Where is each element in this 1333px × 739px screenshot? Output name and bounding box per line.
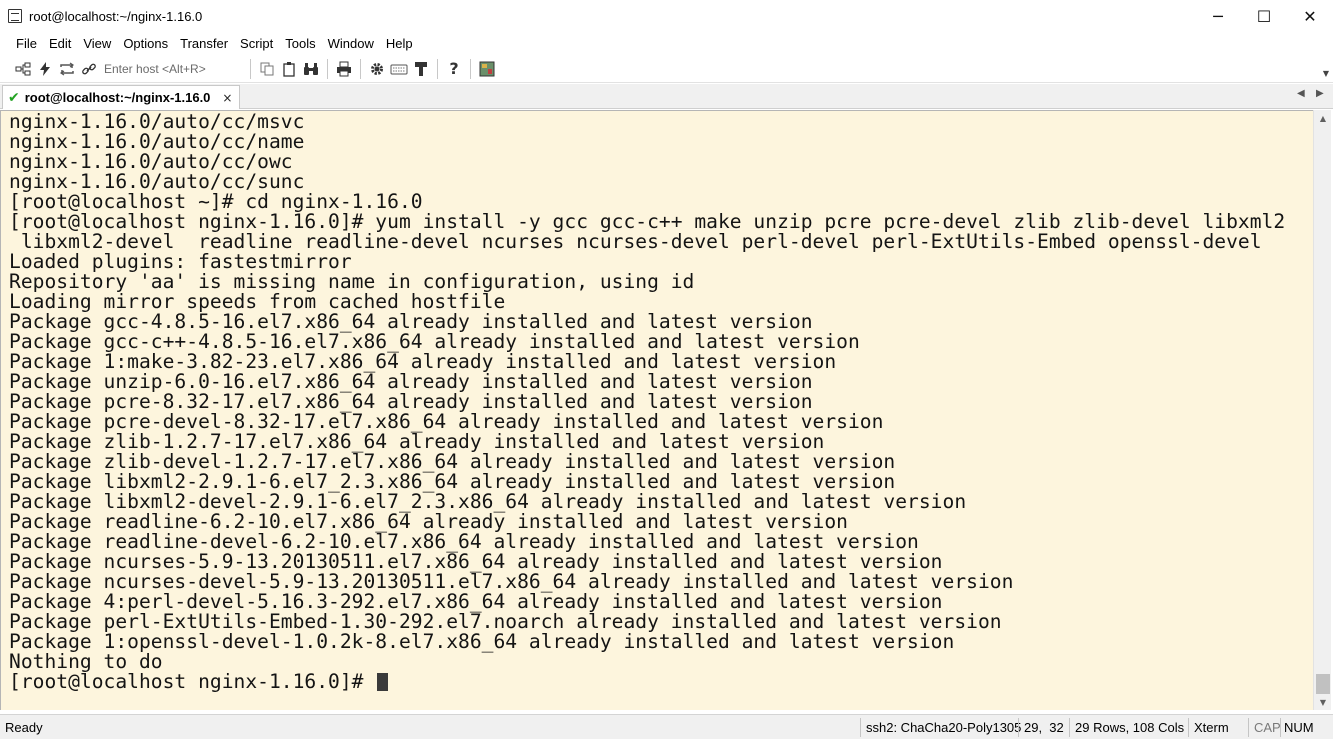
- terminal-line: Package readline-6.2-10.el7.x86_64 alrea…: [9, 510, 848, 533]
- quick-connect-input[interactable]: [100, 58, 245, 79]
- terminal-line: Package libxml2-devel-2.9.1-6.el7_2.3.x8…: [9, 490, 967, 513]
- terminal-line: libxml2-devel readline readline-devel nc…: [9, 230, 1262, 253]
- terminal-line: Package gcc-c++-4.8.5-16.el7.x86_64 alre…: [9, 330, 860, 353]
- toolbar-separator: [470, 58, 471, 79]
- menu-script[interactable]: Script: [234, 36, 279, 51]
- menu-transfer[interactable]: Transfer: [174, 36, 234, 51]
- terminal-line: Package zlib-devel-1.2.7-17.el7.x86_64 a…: [9, 450, 896, 473]
- close-tab-icon[interactable]: ×: [222, 91, 232, 105]
- session-tab[interactable]: ✔ root@localhost:~/nginx-1.16.0 ×: [2, 85, 240, 109]
- terminal-line: Package ncurses-devel-5.9-13.20130511.el…: [9, 570, 1014, 593]
- menu-help[interactable]: Help: [380, 36, 419, 51]
- lightning-icon[interactable]: [34, 58, 56, 80]
- terminal-line: nginx-1.16.0/auto/cc/msvc: [9, 110, 305, 133]
- terminal-line: Package 4:perl-devel-5.16.3-292.el7.x86_…: [9, 590, 943, 613]
- status-ready: Ready: [5, 720, 43, 735]
- menu-view[interactable]: View: [77, 36, 117, 51]
- title-bar: root@localhost:~/nginx-1.16.0 ─ ☐ ✕: [0, 0, 1333, 32]
- app-terminal-icon: [8, 9, 22, 23]
- terminal-scrollbar[interactable]: ▲ ▼: [1313, 110, 1331, 710]
- scrollbar-thumb[interactable]: [1316, 674, 1330, 694]
- status-bar: Ready ssh2: ChaCha20-Poly1305 29, 32 29 …: [0, 714, 1333, 739]
- reconnect-icon[interactable]: [56, 58, 78, 80]
- scroll-down-icon[interactable]: ▼: [1314, 694, 1332, 710]
- minimize-button[interactable]: ─: [1195, 0, 1241, 32]
- toolbar-overflow-icon[interactable]: ▼: [1323, 69, 1329, 78]
- terminal-prompt: [root@localhost nginx-1.16.0]#: [9, 670, 376, 693]
- print-icon[interactable]: [333, 58, 355, 80]
- status-divider: [1018, 718, 1019, 737]
- menu-bar: File Edit View Options Transfer Script T…: [0, 32, 1333, 54]
- session-tab-label: root@localhost:~/nginx-1.16.0: [24, 90, 211, 105]
- status-divider: [1188, 718, 1189, 737]
- session-tab-bar: ✔ root@localhost:~/nginx-1.16.0 × ◀ ▶: [0, 84, 1333, 109]
- terminal-line: [root@localhost nginx-1.16.0]# yum insta…: [9, 210, 1286, 233]
- status-cursor-position: 29, 32: [1024, 720, 1064, 735]
- close-button[interactable]: ✕: [1287, 0, 1333, 32]
- status-caps-lock: CAP: [1254, 720, 1281, 735]
- status-divider: [860, 718, 861, 737]
- terminal-line: Package perl-ExtUtils-Embed-1.30-292.el7…: [9, 610, 1002, 633]
- terminal-line: Package pcre-devel-8.32-17.el7.x86_64 al…: [9, 410, 884, 433]
- tab-next-icon[interactable]: ▶: [1316, 88, 1324, 99]
- terminal-line: Package zlib-1.2.7-17.el7.x86_64 already…: [9, 430, 825, 453]
- terminal-line: Loaded plugins: fastestmirror: [9, 250, 352, 273]
- terminal-line: Package 1:make-3.82-23.el7.x86_64 alread…: [9, 350, 837, 373]
- menu-file[interactable]: File: [10, 36, 43, 51]
- status-cipher: ssh2: ChaCha20-Poly1305: [866, 720, 1022, 735]
- link-icon[interactable]: [78, 58, 100, 80]
- map-icon[interactable]: [476, 58, 498, 80]
- status-num-lock: NUM: [1284, 720, 1314, 735]
- toolbar-separator: [327, 58, 328, 79]
- toolbar-separator: [360, 58, 361, 79]
- status-divider: [1248, 718, 1249, 737]
- terminal-line: nginx-1.16.0/auto/cc/owc: [9, 150, 293, 173]
- status-terminal-type: Xterm: [1194, 720, 1229, 735]
- toolbar: ? ▼: [0, 55, 1333, 83]
- window-controls: ─ ☐ ✕: [1195, 0, 1333, 32]
- terminal-line: Repository 'aa' is missing name in confi…: [9, 270, 695, 293]
- find-icon[interactable]: [300, 58, 322, 80]
- status-divider: [1280, 718, 1281, 737]
- help-icon[interactable]: ?: [443, 58, 465, 80]
- toolbar-separator: [250, 58, 251, 79]
- terminal-line: Package readline-devel-6.2-10.el7.x86_64…: [9, 530, 919, 553]
- key-icon[interactable]: [410, 58, 432, 80]
- menu-edit[interactable]: Edit: [43, 36, 77, 51]
- terminal-line: Nothing to do: [9, 650, 163, 673]
- terminal-output: nginx-1.16.0/auto/cc/msvc nginx-1.16.0/au…: [9, 112, 1285, 692]
- terminal-line: nginx-1.16.0/auto/cc/sunc: [9, 170, 305, 193]
- terminal-line: Package gcc-4.8.5-16.el7.x86_64 already …: [9, 310, 813, 333]
- terminal-screen[interactable]: nginx-1.16.0/auto/cc/msvc nginx-1.16.0/au…: [0, 110, 1313, 710]
- terminal-line: Package 1:openssl-devel-1.0.2k-8.el7.x86…: [9, 630, 955, 653]
- menu-window[interactable]: Window: [322, 36, 380, 51]
- status-terminal-size: 29 Rows, 108 Cols: [1075, 720, 1185, 735]
- copy-icon[interactable]: [256, 58, 278, 80]
- status-divider: [1069, 718, 1070, 737]
- terminal-line: nginx-1.16.0/auto/cc/name: [9, 130, 305, 153]
- terminal-cursor: [377, 673, 389, 691]
- tab-prev-icon[interactable]: ◀: [1297, 88, 1305, 99]
- terminal-line: Loading mirror speeds from cached hostfi…: [9, 290, 506, 313]
- paste-icon[interactable]: [278, 58, 300, 80]
- settings-icon[interactable]: [366, 58, 388, 80]
- keymap-icon[interactable]: [388, 58, 410, 80]
- connected-check-icon: ✔: [8, 89, 20, 106]
- terminal-line: Package pcre-8.32-17.el7.x86_64 already …: [9, 390, 813, 413]
- scroll-up-icon[interactable]: ▲: [1314, 110, 1332, 126]
- terminal-line: [root@localhost ~]# cd nginx-1.16.0: [9, 190, 423, 213]
- terminal-line: Package unzip-6.0-16.el7.x86_64 already …: [9, 370, 813, 393]
- menu-tools[interactable]: Tools: [279, 36, 321, 51]
- terminal-prompt-line: [root@localhost nginx-1.16.0]#: [9, 672, 1285, 692]
- window-title: root@localhost:~/nginx-1.16.0: [29, 8, 203, 24]
- terminal-line: Package ncurses-5.9-13.20130511.el7.x86_…: [9, 550, 943, 573]
- menu-options[interactable]: Options: [117, 36, 174, 51]
- connect-icon[interactable]: [12, 58, 34, 80]
- toolbar-separator: [437, 58, 438, 79]
- terminal-line: Package libxml2-2.9.1-6.el7_2.3.x86_64 a…: [9, 470, 896, 493]
- maximize-button[interactable]: ☐: [1241, 0, 1287, 32]
